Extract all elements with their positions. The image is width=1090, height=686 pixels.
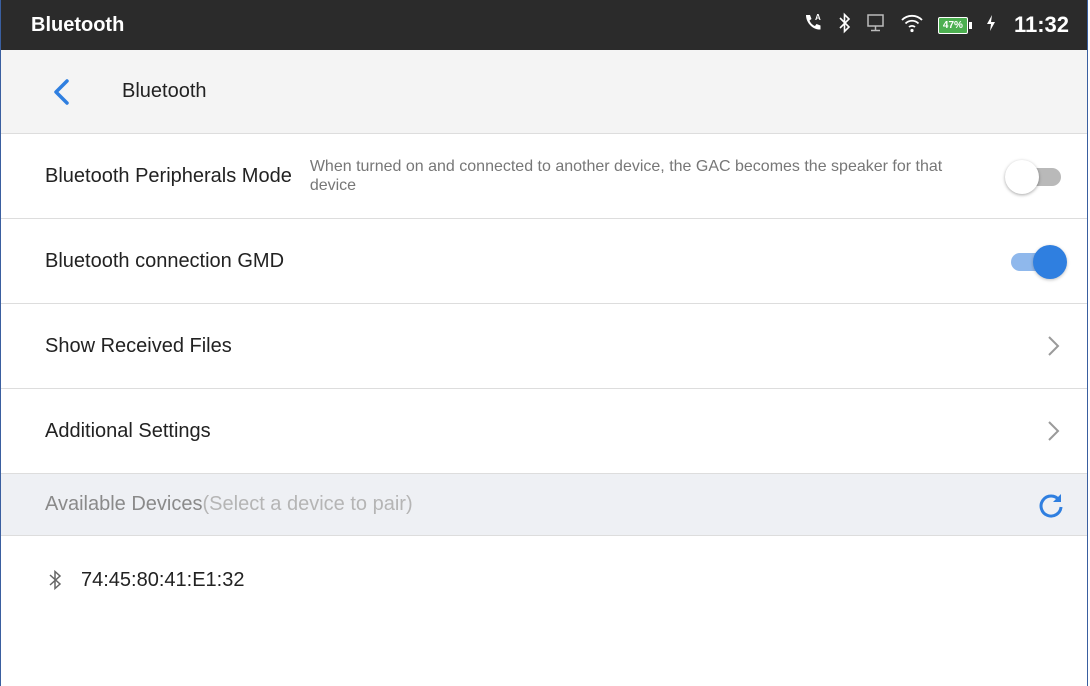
back-button[interactable]	[47, 77, 77, 107]
section-title: Available Devices	[45, 493, 203, 515]
bluetooth-icon	[49, 569, 62, 591]
available-devices-header: Available Devices (Select a device to pa…	[1, 474, 1087, 536]
battery-icon: 47%	[937, 16, 972, 34]
connection-gmd-toggle[interactable]	[1003, 243, 1067, 279]
battery-percent: 47%	[937, 16, 968, 34]
bluetooth-icon	[838, 12, 852, 39]
setting-connection-gmd[interactable]: Bluetooth connection GMD	[1, 219, 1087, 304]
setting-label: Show Received Files	[45, 334, 232, 357]
peripherals-mode-toggle[interactable]	[1003, 158, 1067, 194]
app-window: Bluetooth A 47% 11:32 Bluetooth Bluetoot…	[0, 0, 1088, 686]
charging-icon	[986, 14, 996, 37]
svg-text:A: A	[815, 13, 821, 22]
refresh-button[interactable]	[1037, 491, 1065, 519]
device-name: 74:45:80:41:E1:32	[81, 568, 245, 591]
status-bar-title: Bluetooth	[31, 13, 125, 36]
device-list-item[interactable]: 74:45:80:41:E1:32	[1, 536, 1087, 624]
page-title: Bluetooth	[122, 80, 207, 102]
clock: 11:32	[1013, 12, 1069, 37]
wifi-icon	[900, 12, 924, 39]
chevron-left-icon	[54, 78, 69, 105]
monitor-icon	[866, 12, 886, 39]
setting-label: Bluetooth Peripherals Mode	[45, 164, 292, 187]
chevron-right-icon	[1048, 421, 1060, 441]
call-forward-icon: A	[802, 12, 824, 39]
setting-label: Additional Settings	[45, 419, 211, 442]
refresh-icon	[1039, 493, 1063, 518]
setting-additional-settings[interactable]: Additional Settings	[1, 389, 1087, 474]
status-icons: A 47% 11:32	[802, 12, 1069, 39]
setting-peripherals-mode[interactable]: Bluetooth Peripherals Mode When turned o…	[1, 134, 1087, 219]
chevron-right-icon	[1048, 336, 1060, 356]
section-hint: (Select a device to pair)	[202, 493, 413, 515]
page-header: Bluetooth	[1, 50, 1087, 134]
setting-show-received-files[interactable]: Show Received Files	[1, 304, 1087, 389]
setting-label: Bluetooth connection GMD	[45, 249, 285, 272]
setting-description: When turned on and connected to another …	[309, 158, 943, 194]
status-bar: Bluetooth A 47% 11:32	[1, 0, 1087, 50]
